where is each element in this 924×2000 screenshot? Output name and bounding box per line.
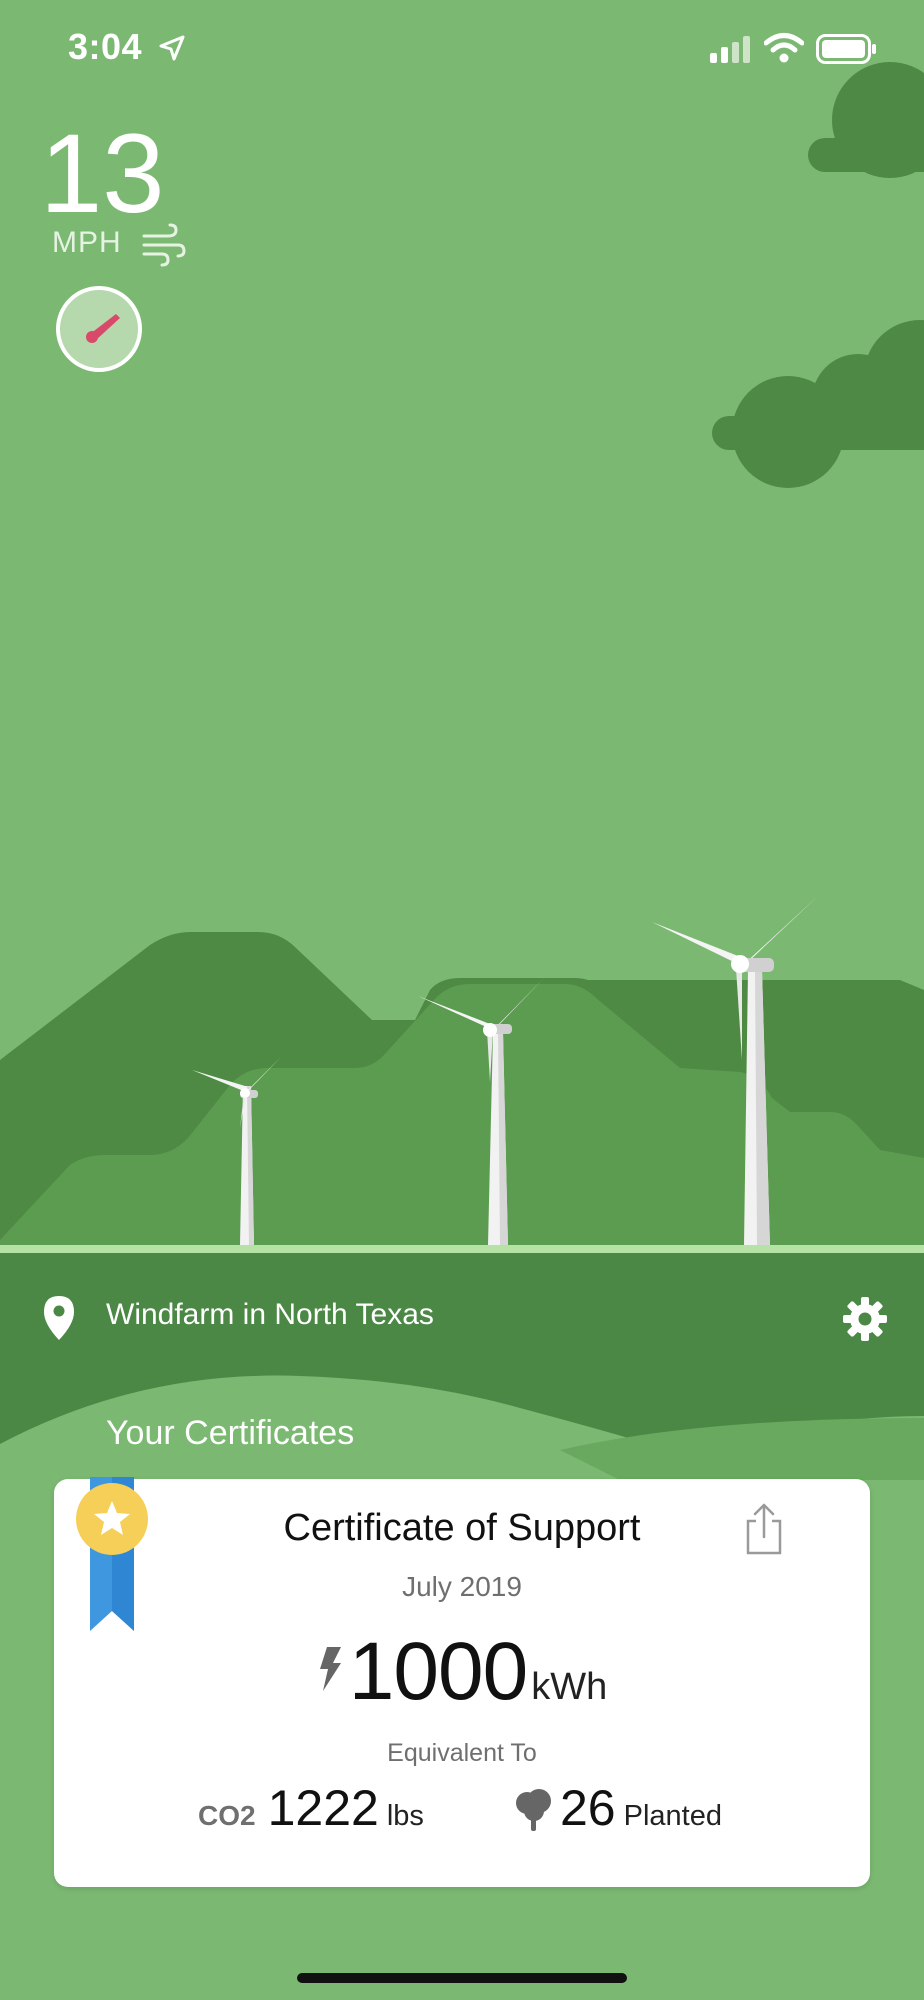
ground-line <box>0 1245 924 1253</box>
share-icon[interactable] <box>744 1503 784 1555</box>
trees-label: Planted <box>623 1800 722 1832</box>
wind-direction-gauge[interactable] <box>56 286 142 372</box>
wifi-icon <box>764 33 804 63</box>
location-arrow-icon <box>159 35 185 61</box>
lightning-icon <box>319 1647 341 1691</box>
cloud-top-right <box>808 62 924 178</box>
home-indicator[interactable] <box>297 1973 627 1983</box>
equivalent-label: Equivalent To <box>387 1739 537 1767</box>
map-pin-icon <box>44 1296 74 1340</box>
signal-icon <box>710 36 750 63</box>
wind-speed-value: 13 <box>40 111 165 236</box>
location-name[interactable]: Windfarm in North Texas <box>106 1298 434 1332</box>
wind-speed-unit: MPH <box>52 226 122 259</box>
energy-row: 1000 kWh <box>54 1625 870 1719</box>
trees-value: 26 <box>560 1780 616 1836</box>
battery-icon <box>816 34 876 64</box>
wind-direction-gauge-icon <box>86 314 120 343</box>
energy-unit: kWh <box>531 1666 608 1708</box>
certificate-date: July 2019 <box>402 1571 522 1602</box>
ribbon-star-icon <box>76 1477 148 1631</box>
co2-icon: CO2 <box>198 1800 256 1831</box>
trees-stat: 26 Planted <box>514 1779 722 1837</box>
energy-value: 1000 <box>348 1626 528 1717</box>
co2-unit: lbs <box>386 1800 424 1832</box>
co2-value: 1222 <box>267 1780 379 1836</box>
section-title: Your Certificates <box>106 1414 355 1452</box>
tree-icon <box>516 1789 551 1831</box>
status-time: 3:04 <box>68 26 143 67</box>
cloud-mid-right <box>712 320 924 488</box>
wind-icon <box>142 223 186 267</box>
co2-stat: CO2 1222 lbs <box>198 1779 424 1837</box>
certificate-card[interactable]: Certificate of Support July 2019 1000 kWh… <box>54 1477 870 1887</box>
gear-icon[interactable] <box>842 1296 888 1342</box>
